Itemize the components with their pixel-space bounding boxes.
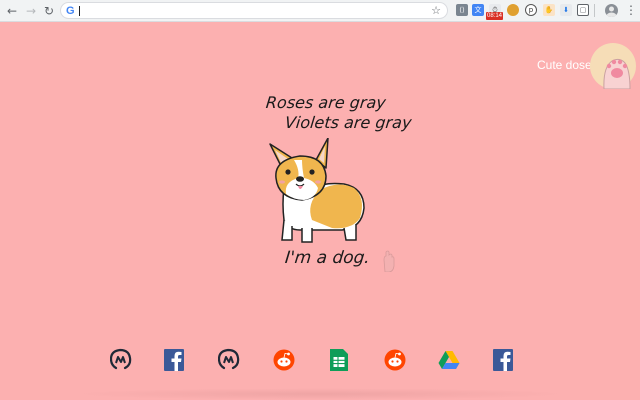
facebook-icon[interactable] [492,348,514,372]
text-caret [79,6,80,16]
more-menu-icon[interactable]: ⋮ [625,3,637,18]
code-extension-icon[interactable]: ⟨⟩ [456,4,468,16]
poem-line-1: Roses are gray [265,93,387,112]
poem-line-2: Violets are gray [284,113,413,132]
back-arrow-icon[interactable]: ← [5,3,19,19]
translate-extension-icon[interactable]: 文 [472,4,484,16]
reddit-icon[interactable] [384,348,406,372]
forward-arrow-icon[interactable]: → [24,3,38,19]
screen-extension-icon[interactable]: ▢ [577,4,589,16]
reddit-icon[interactable] [273,348,295,372]
hand-extension-icon[interactable]: ✋ [543,4,555,16]
hand-icon[interactable] [382,250,396,272]
timer-badge: 08:14 [486,12,504,20]
reload-icon[interactable]: ↻ [42,3,56,19]
dock-shadow [70,388,570,400]
toolbar-divider [594,4,595,17]
cookie-extension-icon[interactable] [507,4,519,16]
facebook-icon[interactable] [163,348,185,372]
corgi-illustration [269,138,365,243]
address-input[interactable] [82,4,422,17]
poem-line-3: I'm a dog. [283,248,371,268]
bookmark-star-icon[interactable]: ☆ [431,3,441,18]
paw-avatar-icon[interactable] [590,43,636,90]
cute-dose-label[interactable]: Cute dose [537,58,592,72]
coinmarketcap-icon[interactable] [110,348,132,372]
address-bar[interactable]: G ☆ [60,2,448,19]
profile-avatar-icon[interactable] [605,4,618,17]
google-g-icon: G [66,5,75,17]
coinmarketcap-icon[interactable] [218,348,240,372]
download-extension-icon[interactable]: ⬇ [560,4,572,16]
google-drive-icon[interactable] [438,348,460,372]
google-sheets-icon[interactable] [328,348,350,372]
pinterest-extension-icon[interactable]: p [525,4,537,16]
browser-toolbar: ← → ↻ G ☆ ⟨⟩ 文 ⏱ 08:14 p ✋ ⬇ ▢ ⋮ [0,0,640,22]
